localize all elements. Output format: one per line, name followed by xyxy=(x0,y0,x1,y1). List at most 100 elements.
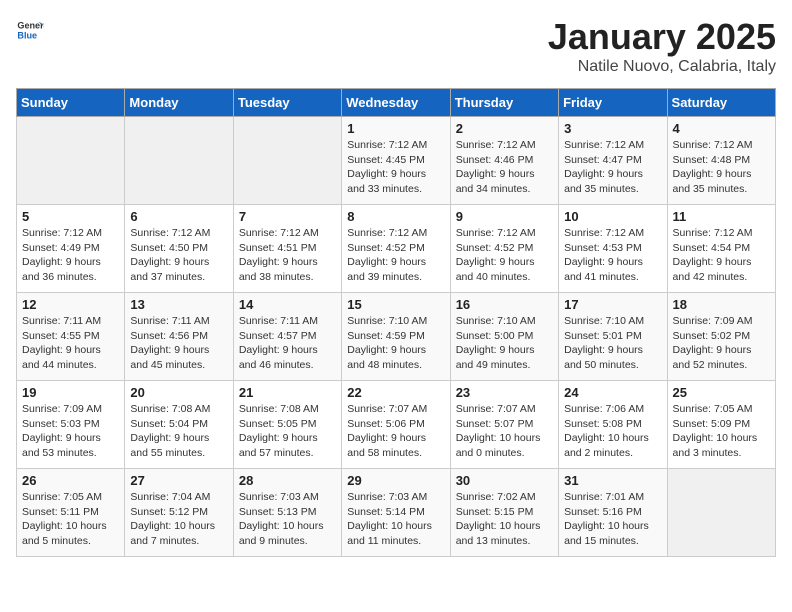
title-area: January 2025 Natile Nuovo, Calabria, Ita… xyxy=(548,16,776,76)
calendar-cell: 24 Sunrise: 7:06 AM Sunset: 5:08 PM Dayli… xyxy=(559,381,667,469)
calendar-cell: 25Sunrise: 7:05 AM Sunset: 5:09 PM Dayli… xyxy=(667,381,775,469)
calendar-week-row: 12Sunrise: 7:11 AM Sunset: 4:55 PM Dayli… xyxy=(17,293,776,381)
calendar-week-row: 26 Sunrise: 7:05 AM Sunset: 5:11 PM Dayli… xyxy=(17,469,776,557)
day-number: 19 xyxy=(22,385,119,400)
calendar-cell: 1 Sunrise: 7:12 AM Sunset: 4:45 PM Daylig… xyxy=(342,117,450,205)
cell-info: Sunrise: 7:12 AM Sunset: 4:49 PM Dayligh… xyxy=(22,226,119,285)
day-of-week-header: Friday xyxy=(559,89,667,117)
cell-info: Sunrise: 7:09 AM Sunset: 5:03 PM Dayligh… xyxy=(22,402,119,461)
calendar-cell: 13 Sunrise: 7:11 AM Sunset: 4:56 PM Dayli… xyxy=(125,293,233,381)
cell-info: Sunrise: 7:03 AM Sunset: 5:13 PM Dayligh… xyxy=(239,490,336,549)
logo: General Blue xyxy=(16,16,44,44)
day-of-week-header: Wednesday xyxy=(342,89,450,117)
svg-text:Blue: Blue xyxy=(17,30,37,40)
logo-icon: General Blue xyxy=(16,16,44,44)
day-number: 2 xyxy=(456,121,553,136)
calendar-cell: 10 Sunrise: 7:12 AM Sunset: 4:53 PM Dayli… xyxy=(559,205,667,293)
day-number: 25 xyxy=(673,385,770,400)
calendar-cell xyxy=(233,117,341,205)
day-number: 7 xyxy=(239,209,336,224)
day-of-week-header: Saturday xyxy=(667,89,775,117)
cell-info: Sunrise: 7:09 AM Sunset: 5:02 PM Dayligh… xyxy=(673,314,770,373)
day-number: 15 xyxy=(347,297,444,312)
cell-info: Sunrise: 7:05 AM Sunset: 5:11 PM Dayligh… xyxy=(22,490,119,549)
cell-info: Sunrise: 7:12 AM Sunset: 4:46 PM Dayligh… xyxy=(456,138,553,197)
day-number: 11 xyxy=(673,209,770,224)
calendar-cell: 8 Sunrise: 7:12 AM Sunset: 4:52 PM Daylig… xyxy=(342,205,450,293)
calendar-week-row: 19 Sunrise: 7:09 AM Sunset: 5:03 PM Dayli… xyxy=(17,381,776,469)
day-number: 18 xyxy=(673,297,770,312)
cell-info: Sunrise: 7:12 AM Sunset: 4:47 PM Dayligh… xyxy=(564,138,661,197)
cell-info: Sunrise: 7:12 AM Sunset: 4:52 PM Dayligh… xyxy=(456,226,553,285)
cell-info: Sunrise: 7:08 AM Sunset: 5:05 PM Dayligh… xyxy=(239,402,336,461)
day-number: 21 xyxy=(239,385,336,400)
calendar-cell: 30Sunrise: 7:02 AM Sunset: 5:15 PM Dayli… xyxy=(450,469,558,557)
cell-info: Sunrise: 7:12 AM Sunset: 4:51 PM Dayligh… xyxy=(239,226,336,285)
day-number: 6 xyxy=(130,209,227,224)
calendar-cell: 5 Sunrise: 7:12 AM Sunset: 4:49 PM Daylig… xyxy=(17,205,125,293)
calendar-week-row: 5 Sunrise: 7:12 AM Sunset: 4:49 PM Daylig… xyxy=(17,205,776,293)
calendar-cell: 27 Sunrise: 7:04 AM Sunset: 5:12 PM Dayli… xyxy=(125,469,233,557)
cell-info: Sunrise: 7:08 AM Sunset: 5:04 PM Dayligh… xyxy=(130,402,227,461)
day-number: 10 xyxy=(564,209,661,224)
header: General Blue January 2025 Natile Nuovo, … xyxy=(16,16,776,76)
day-number: 4 xyxy=(673,121,770,136)
cell-info: Sunrise: 7:04 AM Sunset: 5:12 PM Dayligh… xyxy=(130,490,227,549)
calendar-cell: 3 Sunrise: 7:12 AM Sunset: 4:47 PM Daylig… xyxy=(559,117,667,205)
day-number: 17 xyxy=(564,297,661,312)
day-number: 5 xyxy=(22,209,119,224)
calendar-week-row: 1 Sunrise: 7:12 AM Sunset: 4:45 PM Daylig… xyxy=(17,117,776,205)
calendar-table: SundayMondayTuesdayWednesdayThursdayFrid… xyxy=(16,88,776,557)
day-number: 12 xyxy=(22,297,119,312)
cell-info: Sunrise: 7:12 AM Sunset: 4:45 PM Dayligh… xyxy=(347,138,444,197)
cell-info: Sunrise: 7:01 AM Sunset: 5:16 PM Dayligh… xyxy=(564,490,661,549)
calendar-cell: 19 Sunrise: 7:09 AM Sunset: 5:03 PM Dayli… xyxy=(17,381,125,469)
day-number: 3 xyxy=(564,121,661,136)
calendar-cell: 17 Sunrise: 7:10 AM Sunset: 5:01 PM Dayli… xyxy=(559,293,667,381)
day-number: 30 xyxy=(456,473,553,488)
day-of-week-header: Sunday xyxy=(17,89,125,117)
calendar-cell: 12Sunrise: 7:11 AM Sunset: 4:55 PM Dayli… xyxy=(17,293,125,381)
calendar-cell: 29 Sunrise: 7:03 AM Sunset: 5:14 PM Dayli… xyxy=(342,469,450,557)
calendar-cell: 9 Sunrise: 7:12 AM Sunset: 4:52 PM Daylig… xyxy=(450,205,558,293)
day-number: 9 xyxy=(456,209,553,224)
day-number: 26 xyxy=(22,473,119,488)
calendar-cell: 20 Sunrise: 7:08 AM Sunset: 5:04 PM Dayli… xyxy=(125,381,233,469)
location-subtitle: Natile Nuovo, Calabria, Italy xyxy=(548,58,776,76)
calendar-cell: 18 Sunrise: 7:09 AM Sunset: 5:02 PM Dayli… xyxy=(667,293,775,381)
calendar-cell: 26 Sunrise: 7:05 AM Sunset: 5:11 PM Dayli… xyxy=(17,469,125,557)
day-number: 22 xyxy=(347,385,444,400)
day-of-week-header: Monday xyxy=(125,89,233,117)
calendar-cell: 6 Sunrise: 7:12 AM Sunset: 4:50 PM Daylig… xyxy=(125,205,233,293)
day-of-week-header: Thursday xyxy=(450,89,558,117)
day-number: 29 xyxy=(347,473,444,488)
cell-info: Sunrise: 7:10 AM Sunset: 5:01 PM Dayligh… xyxy=(564,314,661,373)
svg-text:General: General xyxy=(17,21,44,31)
cell-info: Sunrise: 7:10 AM Sunset: 5:00 PM Dayligh… xyxy=(456,314,553,373)
cell-info: Sunrise: 7:11 AM Sunset: 4:57 PM Dayligh… xyxy=(239,314,336,373)
cell-info: Sunrise: 7:07 AM Sunset: 5:07 PM Dayligh… xyxy=(456,402,553,461)
cell-info: Sunrise: 7:06 AM Sunset: 5:08 PM Dayligh… xyxy=(564,402,661,461)
cell-info: Sunrise: 7:11 AM Sunset: 4:56 PM Dayligh… xyxy=(130,314,227,373)
day-number: 1 xyxy=(347,121,444,136)
day-number: 27 xyxy=(130,473,227,488)
cell-info: Sunrise: 7:12 AM Sunset: 4:50 PM Dayligh… xyxy=(130,226,227,285)
day-number: 8 xyxy=(347,209,444,224)
day-number: 31 xyxy=(564,473,661,488)
cell-info: Sunrise: 7:12 AM Sunset: 4:53 PM Dayligh… xyxy=(564,226,661,285)
calendar-cell: 2 Sunrise: 7:12 AM Sunset: 4:46 PM Daylig… xyxy=(450,117,558,205)
calendar-cell: 31 Sunrise: 7:01 AM Sunset: 5:16 PM Dayli… xyxy=(559,469,667,557)
calendar-cell: 11Sunrise: 7:12 AM Sunset: 4:54 PM Dayli… xyxy=(667,205,775,293)
day-number: 23 xyxy=(456,385,553,400)
calendar-cell xyxy=(667,469,775,557)
day-number: 20 xyxy=(130,385,227,400)
calendar-cell xyxy=(17,117,125,205)
day-number: 13 xyxy=(130,297,227,312)
cell-info: Sunrise: 7:03 AM Sunset: 5:14 PM Dayligh… xyxy=(347,490,444,549)
cell-info: Sunrise: 7:12 AM Sunset: 4:52 PM Dayligh… xyxy=(347,226,444,285)
day-number: 24 xyxy=(564,385,661,400)
calendar-cell: 21 Sunrise: 7:08 AM Sunset: 5:05 PM Dayli… xyxy=(233,381,341,469)
calendar-cell: 23 Sunrise: 7:07 AM Sunset: 5:07 PM Dayli… xyxy=(450,381,558,469)
calendar-cell: 4Sunrise: 7:12 AM Sunset: 4:48 PM Daylig… xyxy=(667,117,775,205)
calendar-cell: 28Sunrise: 7:03 AM Sunset: 5:13 PM Dayli… xyxy=(233,469,341,557)
